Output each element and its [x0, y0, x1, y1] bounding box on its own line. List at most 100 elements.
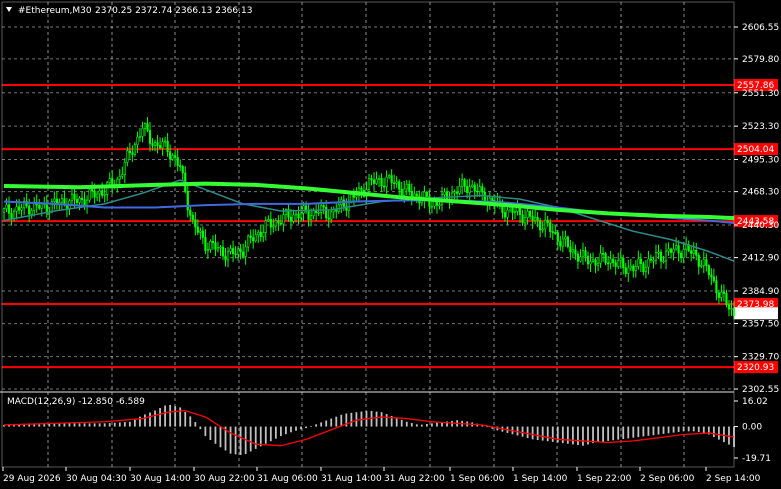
candle-body [604, 253, 607, 264]
candle-body [544, 219, 547, 230]
macd-bar [254, 426, 257, 449]
macd-bar [63, 423, 66, 427]
candle-body [342, 199, 345, 207]
time-tick-label-0: 29 Aug 2026 [3, 474, 61, 484]
candle-body [237, 248, 240, 255]
macd-bar [561, 426, 564, 444]
candle-body [541, 228, 544, 231]
candle-body [186, 191, 189, 211]
candle-body [12, 210, 16, 219]
candle-body [221, 246, 225, 257]
macd-bar [123, 422, 126, 427]
candle-body [91, 189, 94, 192]
candle-body [83, 199, 86, 206]
candle-body [148, 129, 152, 144]
price-tick-label-2: 2551.30 [742, 89, 779, 99]
candle-body [667, 248, 670, 252]
macd-bar [632, 426, 635, 438]
ohlc-label: 2370.25 2372.74 2366.13 2366.13 [95, 6, 252, 16]
macd-bar [159, 408, 161, 427]
candle-body [632, 265, 635, 271]
macd-bar [73, 423, 76, 427]
macd-bar [592, 426, 594, 444]
macd-bar [431, 423, 433, 427]
macd-bar [154, 410, 156, 427]
candle-body [249, 235, 252, 238]
macd-bar [717, 426, 720, 440]
candle-body [375, 178, 378, 184]
candle-body [196, 226, 199, 233]
candle-body [518, 207, 522, 216]
candle-body [478, 186, 481, 192]
macd-bar [415, 424, 418, 427]
current-price-label: 2366.13 [737, 309, 774, 319]
macd-bar [269, 426, 272, 442]
candle-body [370, 178, 373, 181]
time-tick-label-11: 2 Sep 14:00 [706, 474, 761, 484]
candle-body [123, 161, 126, 175]
macd-bar [204, 426, 207, 437]
candle-body [80, 197, 84, 200]
candle-body [385, 176, 388, 188]
candle-body [108, 178, 111, 183]
macd-bar [199, 426, 202, 430]
candle-body [586, 255, 590, 265]
macd-bar [597, 426, 599, 443]
candle-body [128, 150, 131, 154]
macd-label: MACD(12,26,9) -12.850 -6.589 [7, 397, 145, 407]
candle-body [355, 195, 358, 198]
time-tick-label-3: 30 Aug 22:00 [194, 474, 255, 484]
candle-body [551, 231, 554, 233]
candle-body [138, 136, 142, 138]
macd-bar [330, 418, 333, 427]
candle-body [534, 217, 537, 221]
candle-body [194, 219, 197, 228]
candle-body [576, 253, 580, 262]
price-tick-label-4: 2495.30 [742, 155, 779, 165]
candle-body [481, 186, 484, 193]
candle-body [644, 266, 647, 273]
candle-body [680, 252, 683, 259]
candle-body [559, 241, 562, 247]
macd-bar [410, 423, 413, 427]
price-tick-label-5: 2468.30 [742, 188, 779, 198]
candle-body [657, 251, 660, 254]
candle-body [274, 220, 277, 227]
candle-body [717, 292, 720, 298]
macd-bar [571, 426, 574, 445]
macd-bar [290, 426, 292, 433]
candle-body [164, 140, 167, 143]
macd-bar [194, 422, 197, 427]
candle-body [372, 179, 376, 184]
candle-body [463, 179, 466, 187]
macd-bar [108, 423, 111, 427]
candle-body [239, 248, 242, 253]
candle-body [216, 247, 220, 250]
candle-body [161, 141, 164, 149]
candle-body [403, 188, 406, 196]
candle-body [45, 203, 48, 213]
macd-bar [219, 426, 222, 448]
macd-bar [667, 426, 670, 434]
macd-bar [103, 423, 106, 427]
candle-body [70, 193, 74, 202]
macd-bar [712, 426, 715, 438]
candle-body [408, 183, 411, 192]
candle-body [602, 253, 605, 255]
candle-body [690, 250, 693, 254]
candle-body [121, 174, 124, 177]
macd-bar [310, 426, 313, 427]
price-tick-label-1: 2579.80 [742, 55, 779, 65]
macd-bar [305, 426, 307, 429]
candle-body [430, 205, 434, 208]
candle-body [695, 249, 698, 256]
candle-body [214, 242, 217, 250]
macd-bar [551, 426, 554, 442]
candle-body [75, 199, 79, 203]
candle-body [571, 249, 574, 253]
price-tick-label-0: 2606.55 [742, 23, 779, 33]
price-tick-label-6: 2440.30 [742, 221, 779, 231]
trading-chart[interactable]: 2557.862504.042443.582373.982320.932366.… [0, 0, 781, 489]
macd-bar [234, 426, 237, 455]
macd-tick-label-1: 0.00 [742, 423, 762, 433]
